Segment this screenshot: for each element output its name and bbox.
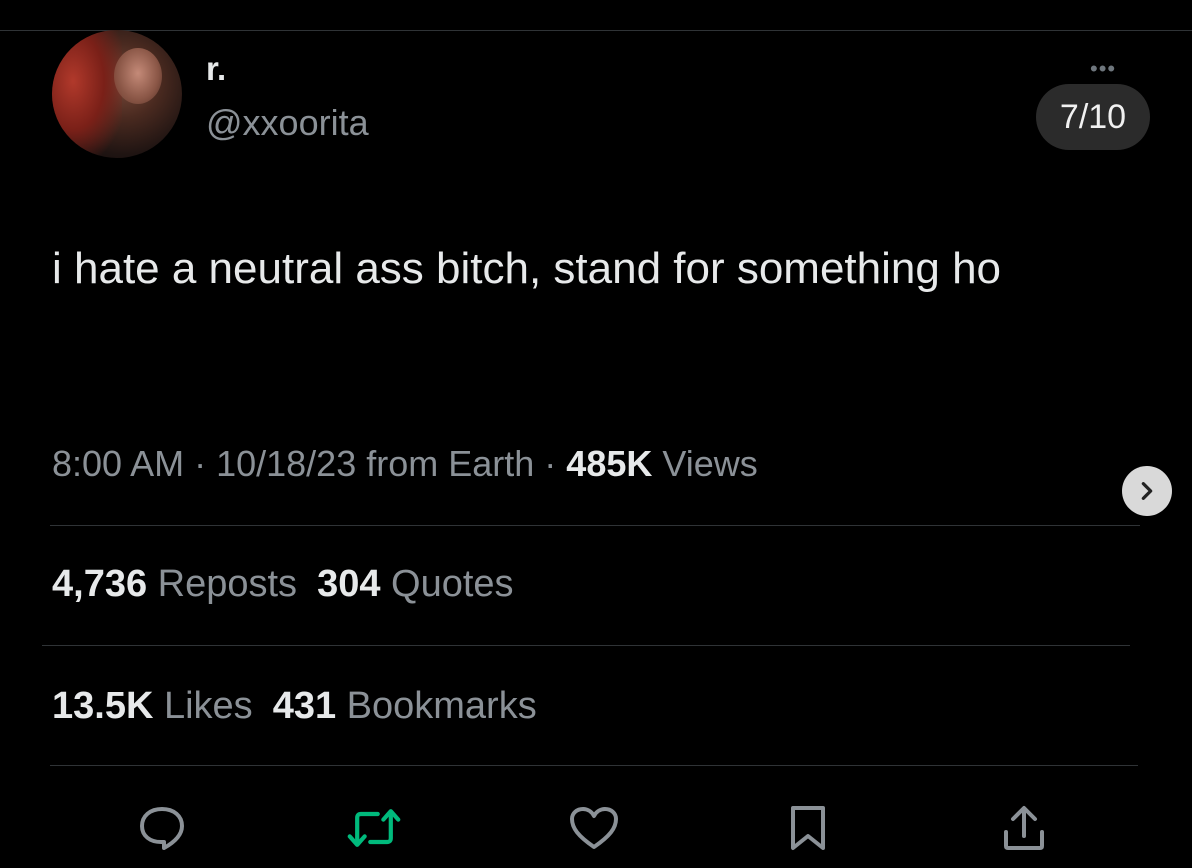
divider xyxy=(42,645,1130,646)
next-button[interactable] xyxy=(1122,466,1172,516)
tweet-date[interactable]: 10/18/23 xyxy=(216,443,356,484)
more-icon[interactable]: ••• xyxy=(1090,56,1116,82)
divider xyxy=(50,525,1140,526)
carousel-counter: 7/10 xyxy=(1036,84,1150,150)
likes-stat[interactable]: 13.5K Likes xyxy=(52,685,253,727)
reply-icon xyxy=(140,807,184,850)
reply-button[interactable] xyxy=(134,800,190,856)
avatar-hair xyxy=(52,30,122,158)
top-divider xyxy=(0,30,1192,31)
bookmarks-label: Bookmarks xyxy=(346,685,537,727)
share-icon xyxy=(1004,806,1044,850)
bookmarks-count: 431 xyxy=(272,685,337,727)
avatar-face xyxy=(114,48,162,104)
tweet-time[interactable]: 8:00 AM xyxy=(52,443,184,484)
repost-icon xyxy=(347,809,401,847)
likes-bookmarks-row: 13.5K Likes 431 Bookmarks xyxy=(52,685,537,728)
bookmark-button[interactable] xyxy=(780,800,836,856)
user-handle[interactable]: @xxoorita xyxy=(206,102,369,144)
likes-label: Likes xyxy=(163,685,253,727)
tweet-source: from Earth xyxy=(366,443,535,484)
reposts-quotes-row: 4,736 Reposts 304 Quotes xyxy=(52,563,514,606)
likes-count: 13.5K xyxy=(52,685,154,727)
quotes-stat[interactable]: 304 Quotes xyxy=(317,563,514,605)
bookmark-icon xyxy=(791,806,825,850)
tweet-meta: 8:00 AM · 10/18/23 from Earth · 485K Vie… xyxy=(52,443,758,485)
reposts-label: Reposts xyxy=(157,563,298,605)
meta-separator: · xyxy=(534,443,567,484)
views-count: 485K xyxy=(566,443,653,484)
views-label: Views xyxy=(662,443,758,484)
reposts-count: 4,736 xyxy=(52,563,148,605)
bookmarks-stat[interactable]: 431 Bookmarks xyxy=(273,685,537,727)
meta-separator: · xyxy=(184,443,217,484)
share-button[interactable] xyxy=(996,800,1052,856)
like-button[interactable] xyxy=(566,800,622,856)
display-name[interactable]: r. xyxy=(206,50,226,88)
divider xyxy=(50,765,1138,766)
tweet-text: i hate a neutral ass bitch, stand for so… xyxy=(52,244,1002,293)
chevron-right-icon xyxy=(1141,482,1153,500)
repost-button[interactable] xyxy=(346,800,402,856)
heart-icon xyxy=(570,807,618,849)
quotes-label: Quotes xyxy=(391,563,514,605)
reposts-stat[interactable]: 4,736 Reposts xyxy=(52,563,297,605)
avatar[interactable] xyxy=(52,30,182,158)
quotes-count: 304 xyxy=(317,563,381,605)
